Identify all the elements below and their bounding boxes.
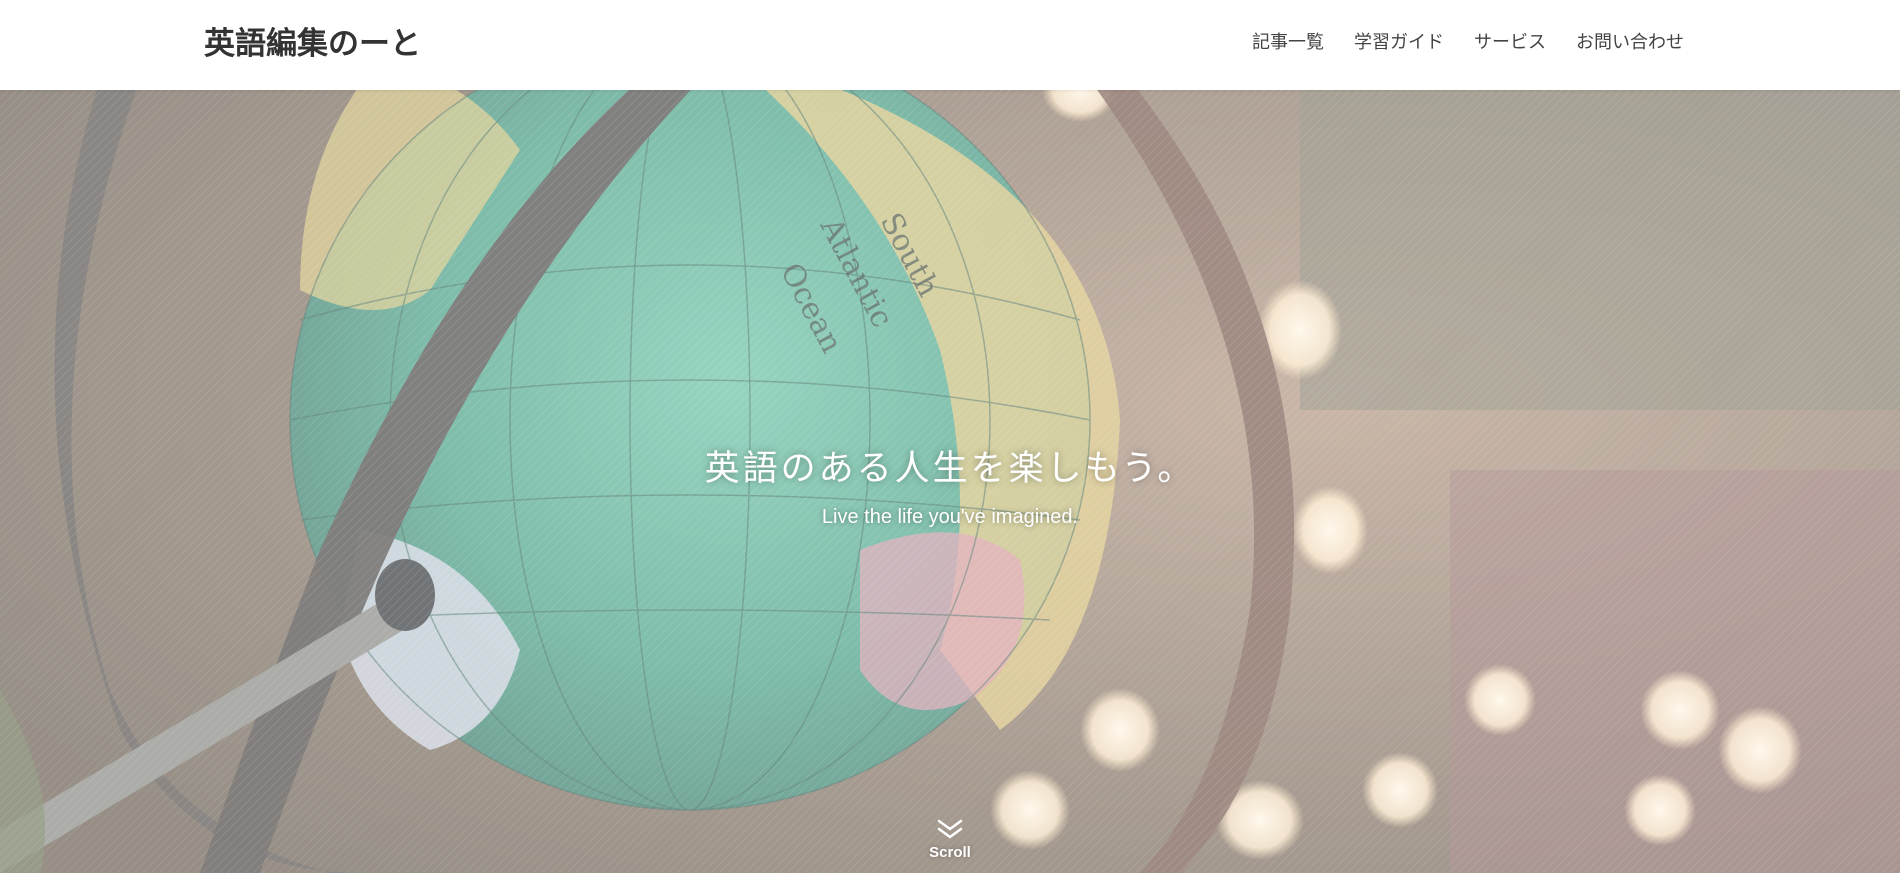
nav-item-study-guide[interactable]: 学習ガイド — [1354, 30, 1444, 56]
global-nav: 記事一覧 学習ガイド サービス お問い合わせ — [1252, 30, 1684, 56]
double-chevron-down-icon — [937, 819, 963, 839]
nav-item-services[interactable]: サービス — [1474, 30, 1546, 56]
scroll-label: Scroll — [929, 844, 971, 861]
scroll-button[interactable]: Scroll — [900, 818, 1000, 861]
hero-catchphrase: 英語のある人生を楽しもう。 — [704, 449, 1196, 489]
hero-section: South Atlantic Ocean 英語のある人生を楽しもう。 Live … — [0, 90, 1900, 873]
site-logo[interactable]: 英語編集のーと — [204, 24, 421, 64]
site-header: 英語編集のーと 記事一覧 学習ガイド サービス お問い合わせ — [0, 0, 1900, 90]
nav-item-articles[interactable]: 記事一覧 — [1252, 30, 1324, 56]
nav-item-contact[interactable]: お問い合わせ — [1576, 30, 1684, 56]
hero-subtitle: Live the life you've imagined. — [821, 506, 1079, 528]
